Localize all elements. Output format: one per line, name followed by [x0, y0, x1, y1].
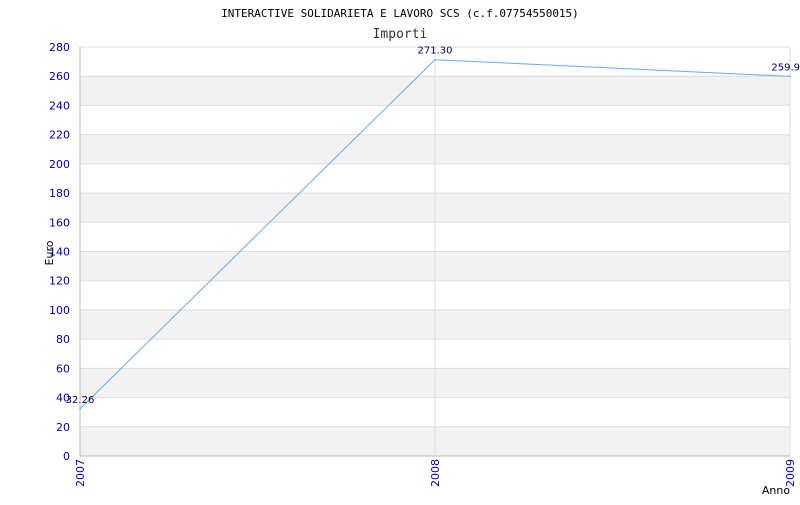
y-tick-label: 120: [49, 275, 70, 288]
y-tick-label: 180: [49, 187, 70, 200]
x-axis-label: Anno: [762, 484, 790, 497]
y-tick-label: 280: [49, 41, 70, 54]
y-tick-label: 80: [56, 333, 70, 346]
y-tick-label: 200: [49, 158, 70, 171]
chart: INTERACTIVE SOLIDARIETA E LAVORO SCS (c.…: [0, 0, 800, 500]
y-tick-label: 240: [49, 99, 70, 112]
x-tick-label: 2009: [784, 459, 797, 487]
y-tick-label: 100: [49, 304, 70, 317]
data-label: 271.30: [418, 46, 453, 57]
y-tick-label: 220: [49, 129, 70, 142]
y-tick-label: 20: [56, 421, 70, 434]
y-tick-label: 0: [63, 450, 70, 463]
data-point: [434, 58, 436, 61]
x-tick-label: 2007: [74, 459, 87, 487]
chart-title: INTERACTIVE SOLIDARIETA E LAVORO SCS (c.…: [221, 7, 579, 20]
chart-svg: INTERACTIVE SOLIDARIETA E LAVORO SCS (c.…: [43, 7, 800, 497]
chart-subtitle: Importi: [373, 27, 428, 42]
data-label: 32.26: [66, 395, 95, 406]
x-axis-ticks: 2007 2008 2009: [74, 459, 797, 487]
y-axis-label: Euro: [43, 240, 56, 265]
data-point: [79, 408, 81, 410]
data-point: [789, 75, 791, 78]
data-label: 259.9: [771, 62, 800, 73]
x-tick-label: 2008: [429, 459, 442, 487]
y-tick-label: 160: [49, 216, 70, 229]
y-tick-label: 260: [49, 70, 70, 83]
y-tick-label: 60: [56, 362, 70, 375]
